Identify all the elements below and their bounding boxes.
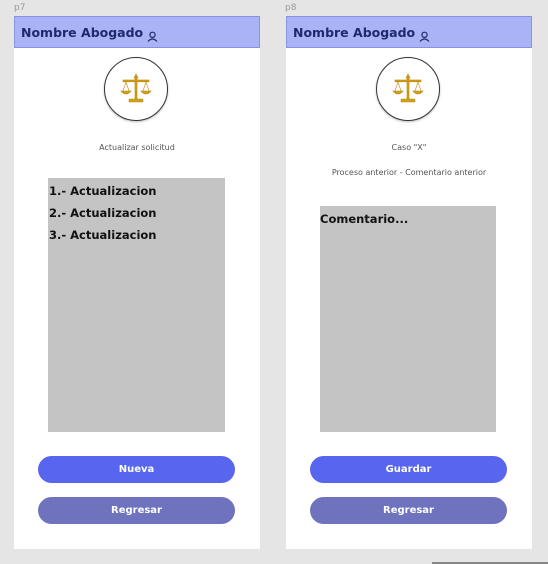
updates-list[interactable]: 1.- Actualizacion 2.- Actualizacion 3.- … [48,178,225,432]
new-button[interactable]: Nueva [38,456,235,483]
list-item[interactable]: 2.- Actualizacion [48,202,225,224]
process-caption: Proceso anterior - Comentario anterior [331,168,487,177]
save-button[interactable]: Guardar [310,456,507,483]
screen-p7: Nombre Abogado Actualizar solicitud 1.- … [14,16,260,549]
lawyer-name: Nombre Abogado [21,24,144,40]
scales-of-justice-icon [104,57,168,121]
comment-placeholder: Comentario... [320,212,409,226]
frame-label-p7: p7 [14,3,26,13]
app-header: Nombre Abogado [14,16,260,48]
case-caption: Caso "X" [391,143,427,152]
frame-label-p8: p8 [285,3,297,13]
back-button[interactable]: Regresar [38,497,235,524]
user-icon[interactable] [419,27,430,42]
lawyer-name: Nombre Abogado [293,24,416,40]
comment-textarea[interactable]: Comentario... [320,206,496,432]
app-header: Nombre Abogado [286,16,532,48]
page-caption: Actualizar solicitud [99,143,175,152]
list-item[interactable]: 3.- Actualizacion [48,224,225,246]
back-button[interactable]: Regresar [310,497,507,524]
list-item[interactable]: 1.- Actualizacion [48,180,225,202]
screen-p8: Nombre Abogado Caso "X" Proceso anterior… [286,16,532,549]
user-icon[interactable] [147,27,158,42]
scales-of-justice-icon [376,57,440,121]
